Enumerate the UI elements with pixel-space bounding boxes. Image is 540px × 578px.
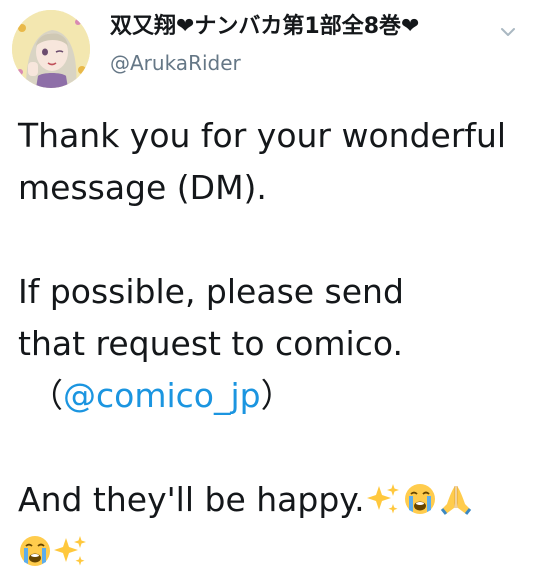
- loudly-crying-face-icon: [18, 534, 52, 568]
- mention-link[interactable]: @comico_jp: [63, 376, 261, 415]
- tweet-line: Thank you for your wonderful: [18, 116, 507, 155]
- tweet-line: And they'll be happy.: [18, 480, 365, 519]
- loudly-crying-face-icon: [403, 482, 437, 516]
- tweet-line: If possible, please send: [18, 272, 404, 311]
- paren-open: （: [30, 376, 63, 415]
- chevron-down-icon[interactable]: [496, 20, 520, 44]
- tweet-text: Thank you for your wonderful message (DM…: [18, 110, 528, 578]
- paren-close: ）: [260, 376, 294, 415]
- tweet-line-last: And they'll be happy.: [18, 474, 528, 526]
- sparkles-icon: [366, 482, 401, 516]
- username[interactable]: @ArukaRider: [110, 49, 241, 77]
- avatar[interactable]: [12, 10, 90, 88]
- mention-line: （@comico_jp）: [18, 370, 528, 422]
- display-name[interactable]: 双又翔❤ナンバカ第1部全8巻❤: [110, 12, 419, 42]
- tweet-header: 双又翔❤ナンバカ第1部全8巻❤ @ArukaRider: [12, 10, 528, 88]
- emoji-line: [18, 526, 528, 578]
- tweet-line: that request to comico.: [18, 324, 403, 363]
- sparkles-icon: [54, 534, 88, 568]
- tweet-line: message (DM).: [18, 168, 267, 207]
- folded-hands-icon: [439, 482, 473, 516]
